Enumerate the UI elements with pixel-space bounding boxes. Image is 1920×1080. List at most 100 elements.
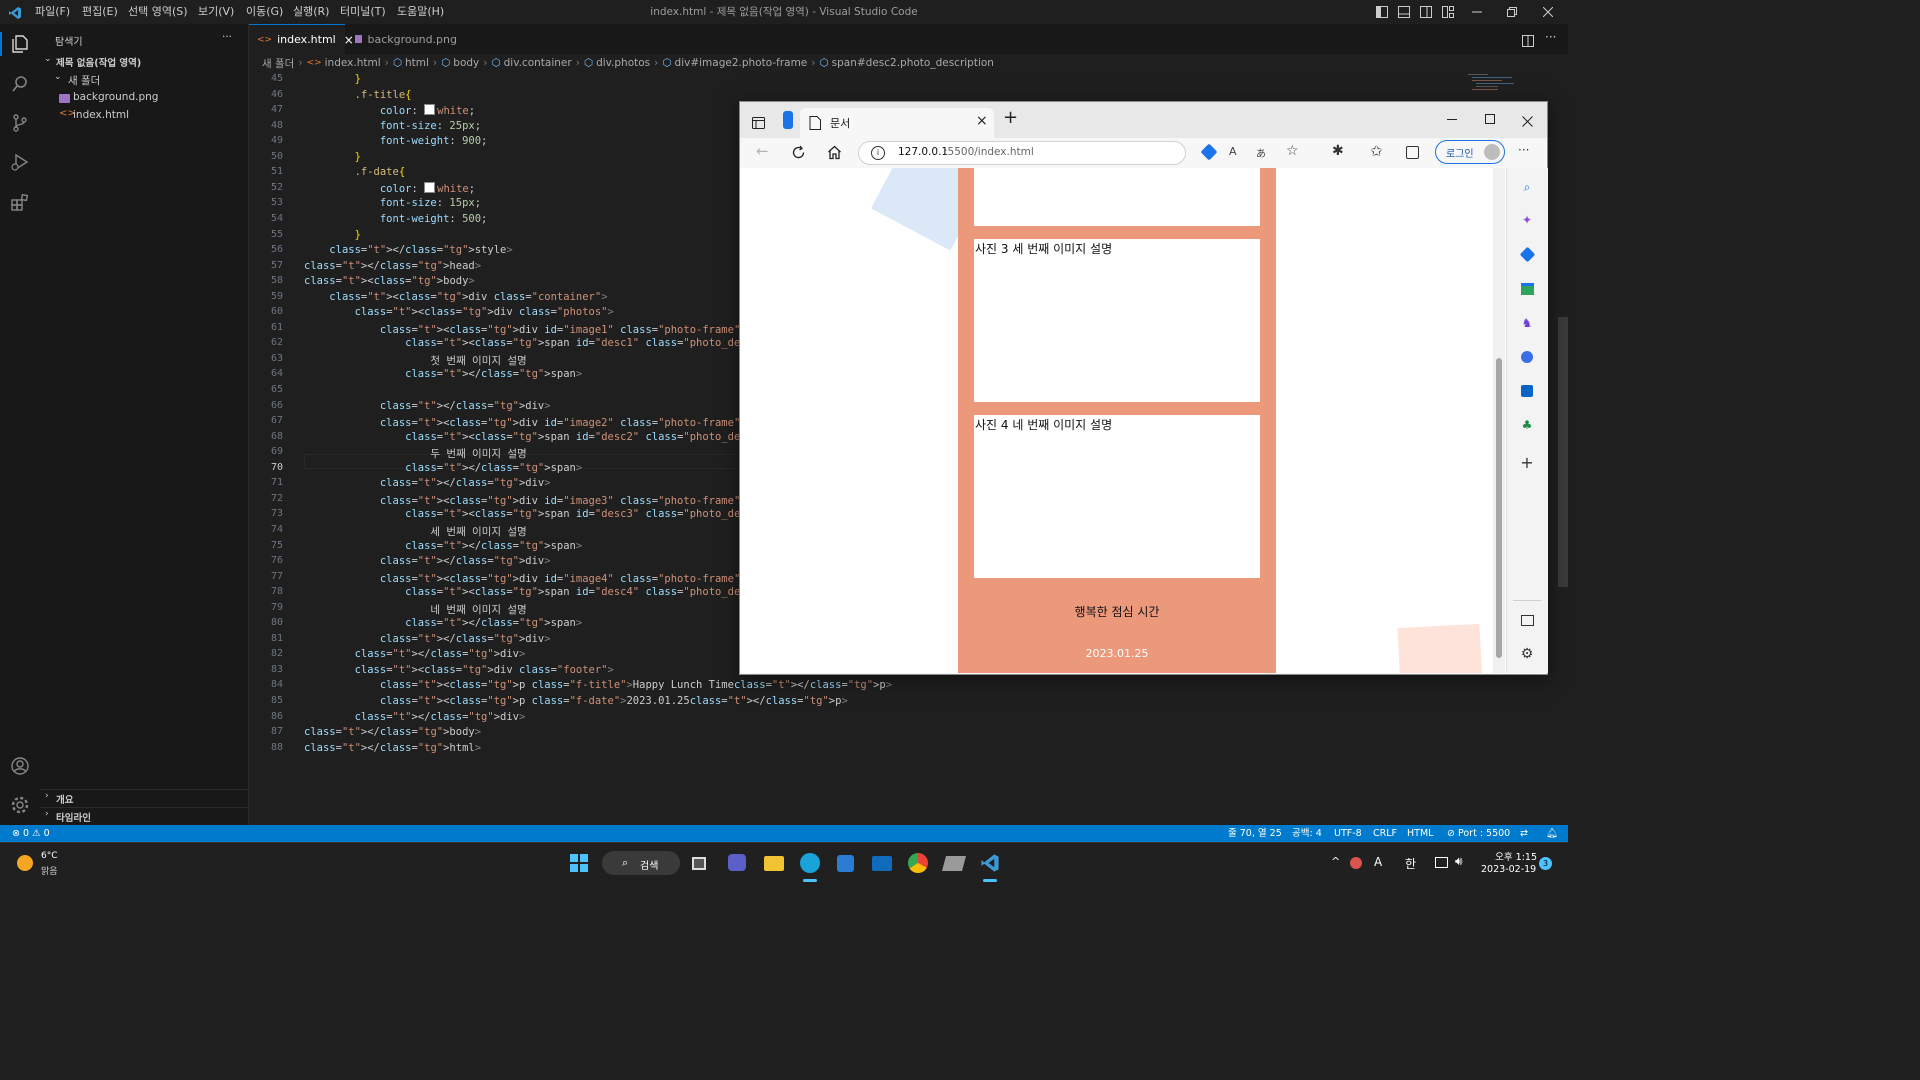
web-page-viewport[interactable]: 사진 3 세 번째 이미지 설명 사진 4 네 번째 이미지 설명 행복한 점심…	[740, 168, 1506, 673]
weather-temp[interactable]: 6°C	[41, 851, 58, 861]
cursor-position[interactable]: 줄 70, 열 25	[1228, 825, 1282, 842]
back-icon[interactable]: ←	[756, 142, 769, 160]
breadcrumb-item[interactable]: div.photos	[596, 57, 650, 69]
folder-item[interactable]: 새 폴더	[68, 73, 100, 88]
ime-hangul[interactable]: 한	[1405, 855, 1416, 872]
source-control-icon[interactable]	[8, 111, 32, 135]
customize-layout-icon[interactable]	[1433, 0, 1463, 24]
weather-desc[interactable]: 맑음	[41, 864, 58, 877]
extensions-puzzle-icon[interactable]: ✱	[1332, 143, 1344, 159]
problems-indicator[interactable]: ⊗ 0 ⚠ 0	[12, 825, 50, 842]
page-scrollbar[interactable]	[1493, 168, 1505, 673]
hide-sidebar-icon[interactable]	[1517, 610, 1537, 630]
volume-icon[interactable]: 🔊︎	[1455, 854, 1463, 869]
task-view-icon[interactable]	[692, 857, 706, 870]
home-icon[interactable]	[827, 145, 842, 164]
run-debug-icon[interactable]	[8, 150, 32, 174]
more-actions-icon[interactable]: ···	[1545, 30, 1556, 44]
live-server-port[interactable]: ⊘ Port : 5500	[1447, 825, 1510, 842]
line-ending[interactable]: CRLF	[1373, 825, 1397, 842]
restore-icon[interactable]	[1497, 0, 1527, 24]
collections-icon[interactable]	[1406, 146, 1419, 159]
search-icon[interactable]	[8, 72, 32, 96]
menu-view[interactable]: 보기(V)	[198, 0, 234, 24]
add-sidebar-icon[interactable]: +	[1517, 452, 1537, 472]
network-icon[interactable]	[1435, 857, 1448, 868]
notification-badge[interactable]: 3	[1539, 857, 1552, 870]
read-aloud-icon[interactable]: A	[1229, 145, 1237, 158]
settings-more-icon[interactable]: ···	[1518, 143, 1529, 157]
mail-icon[interactable]	[872, 856, 892, 871]
explorer-more-icon[interactable]: ···	[222, 31, 232, 43]
favorite-star-icon[interactable]: ☆	[1286, 143, 1299, 159]
shopping-icon[interactable]	[1517, 244, 1537, 264]
outlook-icon[interactable]	[1517, 381, 1537, 401]
menu-help[interactable]: 도움말(H)	[397, 0, 444, 24]
file-item-index[interactable]: index.html	[73, 109, 129, 121]
site-info-icon[interactable]: i	[871, 146, 885, 160]
breadcrumb-item[interactable]: body	[453, 57, 479, 69]
notifications-bell-icon[interactable]: 🔔︎	[1546, 825, 1558, 842]
antivirus-icon[interactable]	[1350, 857, 1362, 869]
chrome-icon[interactable]	[908, 853, 928, 873]
breadcrumb-item[interactable]: div#image2.photo-frame	[675, 57, 808, 69]
sidebar-search-icon[interactable]: ⌕	[1517, 177, 1537, 197]
tab-actions-icon[interactable]	[752, 114, 765, 133]
translate-icon[interactable]: あ	[1256, 145, 1266, 160]
breadcrumb-item[interactable]: index.html	[325, 57, 381, 69]
breadcrumb-item[interactable]: 새 폴더	[262, 56, 294, 71]
browser-minimize-icon[interactable]	[1447, 119, 1457, 120]
browser-tab-close-icon[interactable]: ×	[976, 113, 988, 129]
editor-scrollbar[interactable]	[1558, 317, 1568, 587]
minimize-icon[interactable]	[1462, 0, 1492, 24]
menu-selection[interactable]: 선택 영역(S)	[128, 0, 188, 24]
vscode-taskbar-icon[interactable]	[980, 853, 1000, 873]
workspace-root[interactable]: 제목 없음(작업 영역)	[56, 55, 141, 69]
sun-weather-icon[interactable]	[17, 855, 33, 871]
extensions-icon[interactable]	[8, 190, 32, 214]
language-mode[interactable]: HTML	[1407, 825, 1433, 842]
explorer-icon[interactable]	[8, 32, 32, 56]
new-tab-icon[interactable]: +	[1003, 107, 1018, 128]
outline-section[interactable]: 개요	[56, 792, 73, 806]
menu-go[interactable]: 이동(G)	[246, 0, 283, 24]
sidebar-settings-gear-icon[interactable]: ⚙	[1517, 644, 1537, 664]
encoding[interactable]: UTF-8	[1334, 825, 1362, 842]
clock-time[interactable]: 오후 1:15	[1489, 849, 1537, 863]
accounts-feedback-icon[interactable]: ⇄	[1520, 825, 1528, 842]
breadcrumb-item[interactable]: html	[405, 57, 429, 69]
app-icon[interactable]	[941, 856, 967, 871]
breadcrumb-item[interactable]: span#desc2.photo_description	[832, 57, 994, 69]
tab-background-png[interactable]: background.png	[347, 24, 465, 54]
ime-a[interactable]: A	[1374, 855, 1382, 869]
menu-run[interactable]: 실행(R)	[293, 0, 329, 24]
address-bar[interactable]: i 127.0.0.1 :5500/index.html A あ ☆	[858, 141, 1299, 165]
copilot-icon[interactable]: ✦	[1517, 210, 1537, 230]
indentation[interactable]: 공백: 4	[1292, 825, 1322, 842]
teams-chat-icon[interactable]	[728, 854, 746, 871]
clock-date[interactable]: 2023-02-19	[1481, 864, 1536, 875]
timeline-section[interactable]: 타임라인	[56, 810, 91, 824]
microsoft365-icon[interactable]	[1517, 347, 1537, 367]
split-editor-icon[interactable]	[1522, 32, 1534, 51]
login-button[interactable]: 로그인	[1435, 140, 1505, 164]
drop-tree-icon[interactable]: ♣	[1517, 415, 1537, 435]
browser-maximize-icon[interactable]	[1485, 114, 1495, 124]
shopping-tag-icon[interactable]	[1200, 143, 1218, 161]
workspaces-icon[interactable]	[783, 111, 793, 129]
refresh-icon[interactable]	[791, 145, 806, 164]
browser-tab[interactable]: 문서 ×	[800, 108, 994, 138]
tools-icon[interactable]	[1517, 279, 1537, 299]
favorites-icon[interactable]: ✩	[1370, 142, 1383, 160]
accounts-icon[interactable]	[8, 754, 32, 778]
store-icon[interactable]	[837, 855, 854, 872]
menu-edit[interactable]: 편집(E)	[82, 0, 118, 24]
browser-close-icon[interactable]	[1522, 112, 1533, 131]
minimap[interactable]	[1464, 72, 1524, 102]
menu-file[interactable]: 파일(F)	[35, 0, 70, 24]
edge-browser-icon[interactable]	[800, 853, 820, 873]
breadcrumb-item[interactable]: div.container	[504, 57, 572, 69]
windows-start-icon[interactable]	[569, 853, 589, 873]
taskbar-search[interactable]: ⌕ 검색	[602, 851, 680, 875]
menu-terminal[interactable]: 터미널(T)	[340, 0, 386, 24]
